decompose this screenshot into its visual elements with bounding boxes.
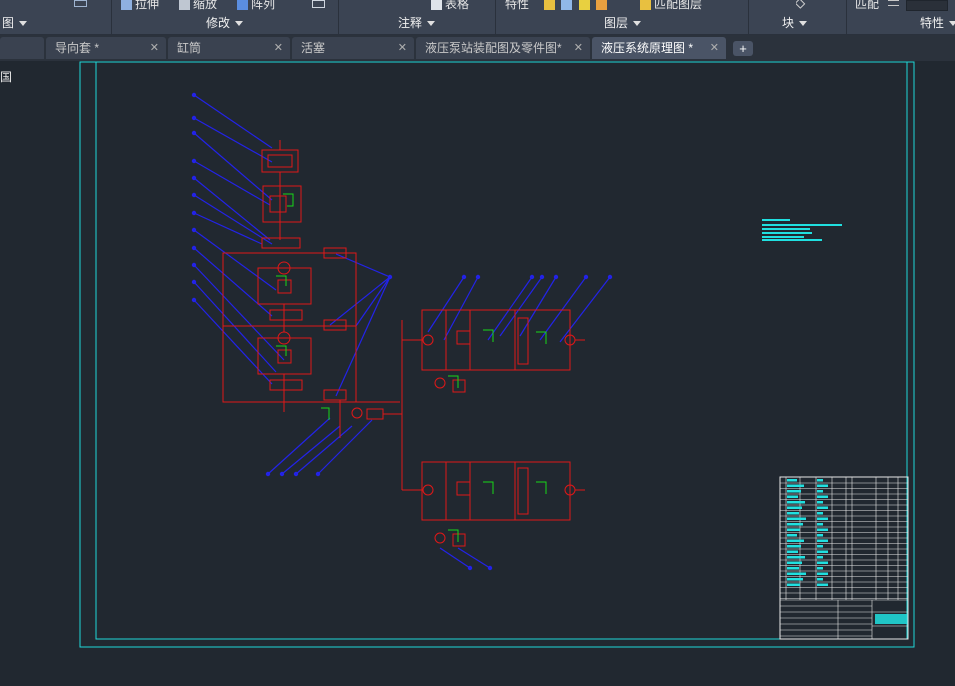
table-cell-text [787, 484, 804, 487]
main-bus [401, 320, 422, 491]
leader-line [193, 132, 273, 201]
leader-line [193, 212, 263, 245]
leader-dot [461, 274, 467, 280]
table-cell-text [817, 484, 828, 487]
table-cell-text [817, 539, 828, 542]
green-symbols-right-lower [448, 481, 547, 542]
table-cell-text [787, 523, 803, 526]
leader-dot [191, 92, 197, 98]
leader-line [355, 276, 391, 327]
leader-line [295, 425, 353, 475]
leader-dot [315, 471, 321, 477]
leader-line [267, 417, 331, 475]
table-cell-text [787, 561, 802, 564]
table-cell-text [817, 561, 828, 564]
table-cell-text [787, 512, 799, 515]
leader-line [317, 419, 373, 475]
circuit-right-upper [421, 309, 585, 393]
outer-frame [79, 61, 915, 648]
technical-notes [762, 219, 842, 241]
leader-dot [553, 274, 559, 280]
leader-line [193, 160, 271, 206]
leader-dot [293, 471, 299, 477]
leader-dot [191, 279, 197, 285]
leader-line [487, 276, 533, 341]
leader-line [329, 276, 391, 326]
table-cell-text [787, 583, 800, 586]
table-cell-text [817, 534, 823, 537]
drawing-canvas[interactable] [0, 0, 955, 686]
leader-dot [191, 227, 197, 233]
table-cell-text [817, 567, 823, 570]
table-cell-text [787, 578, 803, 581]
leader-dot [191, 115, 197, 121]
table-cell-text [817, 490, 823, 493]
leader-dot [475, 274, 481, 280]
table-cell-text [817, 479, 823, 482]
table-cell-text [787, 539, 804, 542]
leader-dot [583, 274, 589, 280]
table-cell-text [817, 578, 823, 581]
table-cell-text [787, 556, 805, 559]
leader-line [193, 299, 273, 385]
table-cell-text [817, 528, 828, 531]
leader-dot [191, 262, 197, 268]
leader-dot [191, 175, 197, 181]
inner-frame [95, 61, 908, 640]
leader-line [281, 425, 341, 475]
title-block [779, 476, 909, 640]
table-cell-text [787, 534, 797, 537]
leader-dot [279, 471, 285, 477]
leader-dot [191, 297, 197, 303]
leader-dot [467, 565, 473, 571]
leader-dot [191, 245, 197, 251]
leader-line [439, 547, 471, 569]
table-cell-text [817, 523, 823, 526]
table-cell-text [787, 490, 801, 493]
leader-dot [191, 158, 197, 164]
table-cell-text [817, 517, 828, 520]
leader-dot [191, 210, 197, 216]
table-cell-text [817, 556, 823, 559]
leader-line [499, 276, 543, 337]
table-cell-text [787, 479, 797, 482]
table-cell-text [787, 545, 801, 548]
leader-dot [387, 274, 393, 280]
table-cell-text [787, 517, 806, 520]
leader-line [457, 547, 491, 569]
leader-dot [487, 565, 493, 571]
leader-line [193, 194, 273, 245]
leader-line [193, 281, 277, 373]
leader-line [335, 276, 391, 397]
table-cell-text [787, 550, 798, 553]
table-cell-text [787, 572, 806, 575]
leader-dot [529, 274, 535, 280]
table-cell-text [817, 512, 823, 515]
table-cell-text [787, 567, 799, 570]
table-cell-text [817, 545, 823, 548]
table-cell-text [817, 501, 823, 504]
table-cell-text [787, 506, 802, 509]
leader-dot [607, 274, 613, 280]
table-cell-text [787, 501, 805, 504]
leader-dot [539, 274, 545, 280]
table-cell-text [817, 506, 828, 509]
leader-line [539, 276, 587, 341]
table-cell-text [817, 550, 828, 553]
circuit-right-lower [421, 461, 585, 547]
green-symbols-right-upper [448, 329, 547, 388]
table-cell-text [787, 528, 800, 531]
leader-line [335, 253, 391, 278]
leader-dot [265, 471, 271, 477]
leader-dot [191, 192, 197, 198]
table-cell-text [787, 495, 798, 498]
table-cell-text [817, 583, 828, 586]
table-cell-text [817, 572, 828, 575]
table-cell-text [817, 495, 828, 498]
leader-dot [191, 130, 197, 136]
